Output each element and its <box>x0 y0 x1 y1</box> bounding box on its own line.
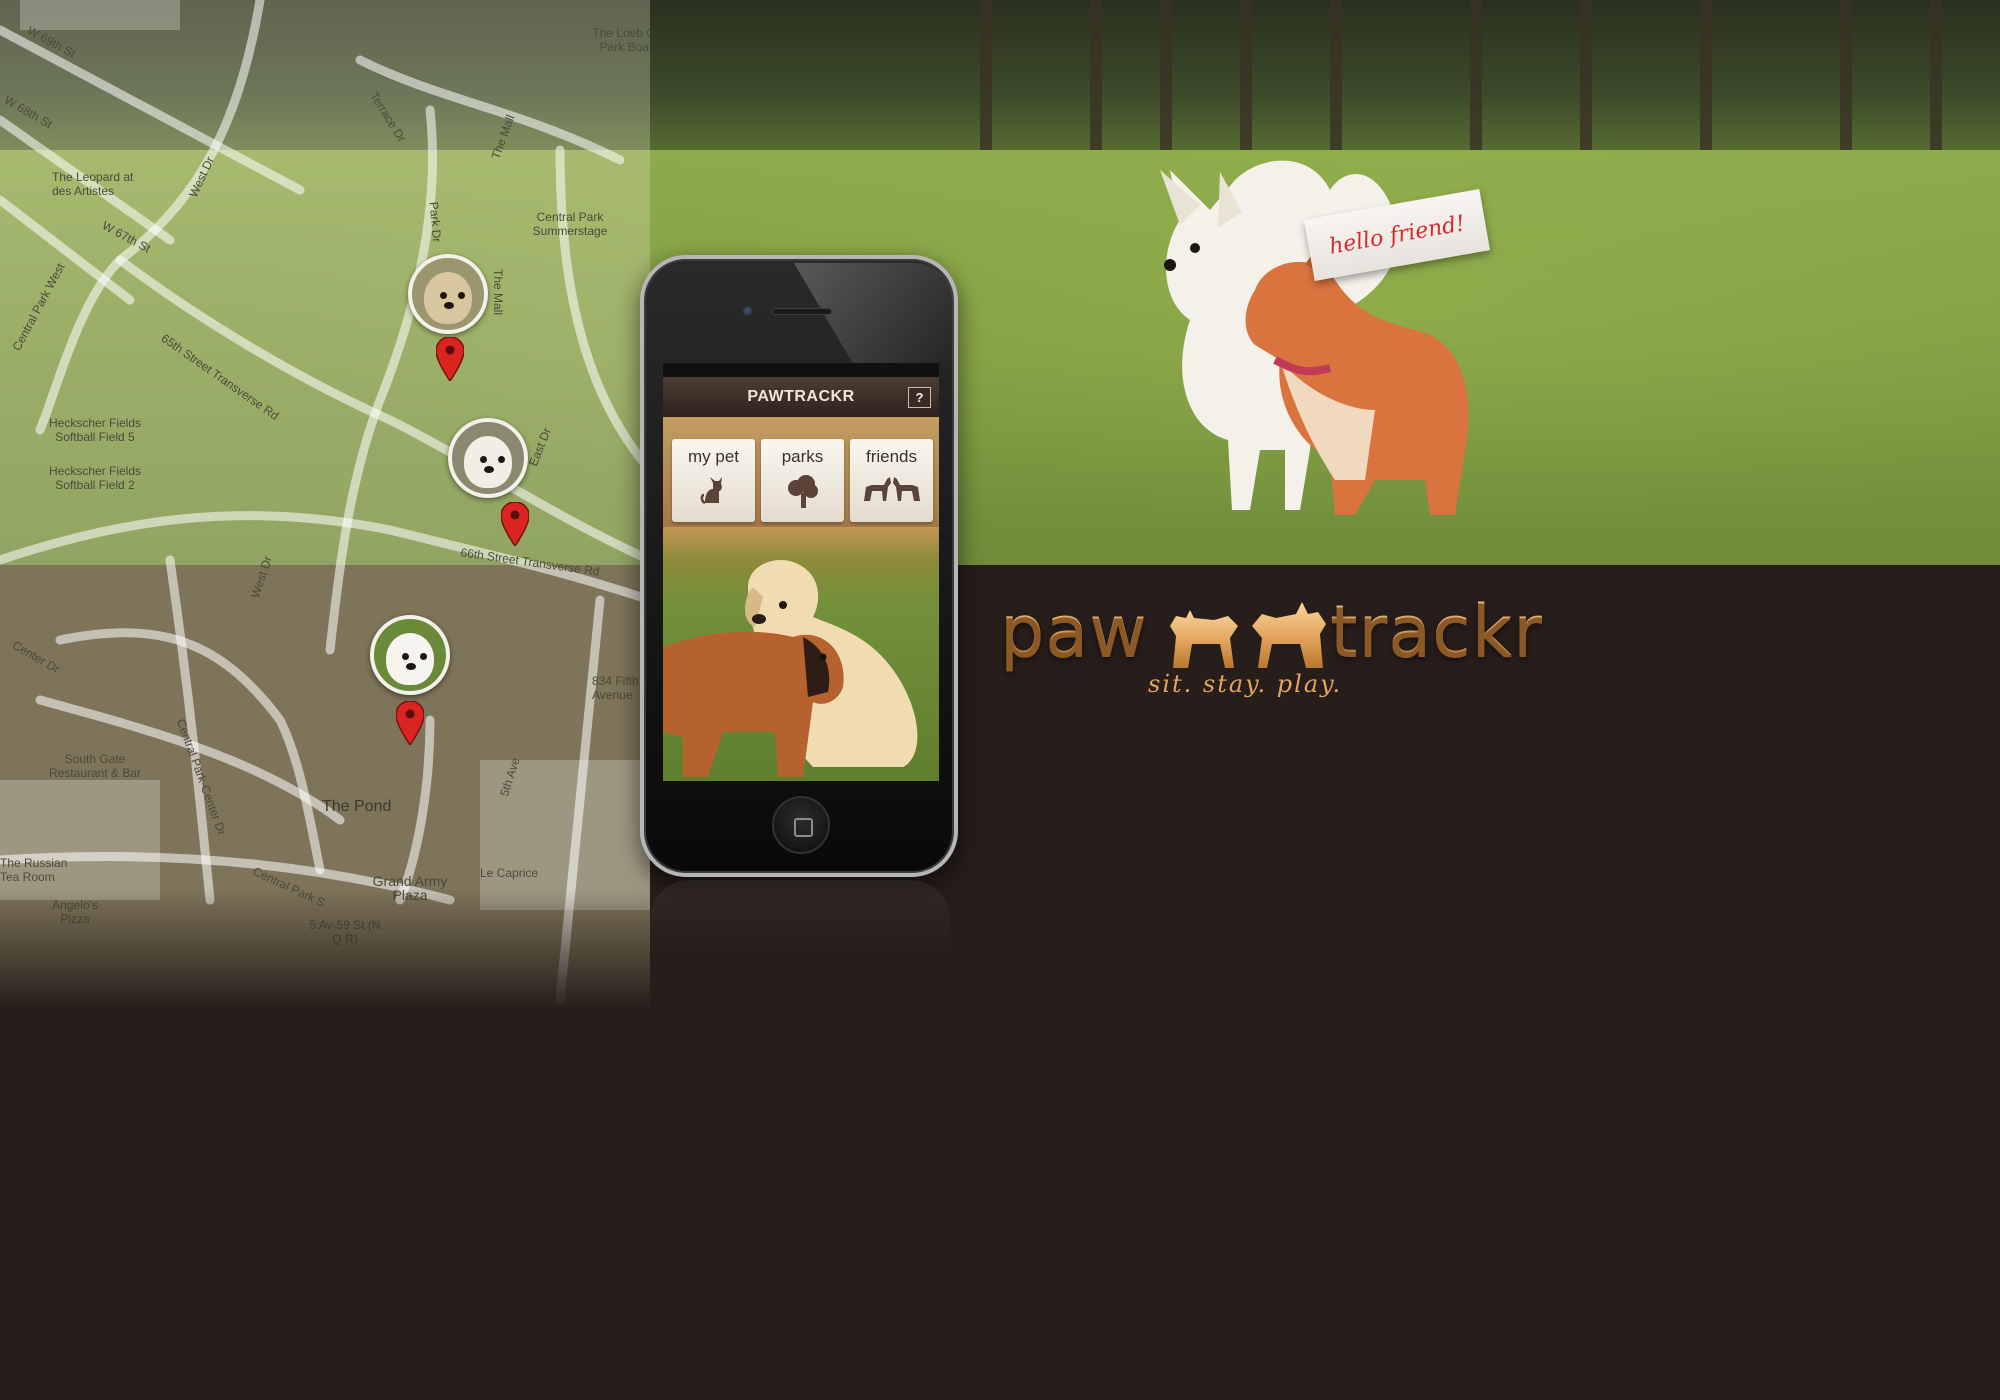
map-label-street: The Mall <box>491 268 506 316</box>
map-label-place: Angelo's Pizza <box>52 898 98 926</box>
menu-label: my pet <box>687 447 740 466</box>
map-label-place: Grand Army Plaza <box>372 873 448 903</box>
home-button[interactable] <box>772 796 830 854</box>
puppies-illustration <box>663 559 918 777</box>
app-header: PAWTRACKR ? <box>663 377 939 417</box>
map-pin-icon[interactable] <box>436 337 464 381</box>
map-label-place: Heckscher Fields Softball Field 5 <box>48 416 142 444</box>
status-bar <box>663 363 939 377</box>
camera-icon <box>743 306 754 317</box>
help-button[interactable]: ? <box>908 387 931 408</box>
pet-avatar-samoyed[interactable] <box>370 615 450 695</box>
pet-avatar-terrier[interactable] <box>448 418 528 498</box>
menu-my-pet-button[interactable]: my pet <box>672 439 755 522</box>
map-label-place: 5 Av-59 St (N Q R) <box>309 918 381 946</box>
logo-dogs-icon <box>1170 602 1326 668</box>
logo-word-trackr: trackr <box>1330 590 1543 672</box>
menu-parks-button[interactable]: parks <box>761 439 844 522</box>
note-text: hello friend! <box>1327 210 1467 260</box>
map-label-place: Central Park Summerstage <box>532 210 608 238</box>
map-pin-icon[interactable] <box>501 502 529 546</box>
speaker-grille <box>772 308 832 315</box>
pet-avatar-golden[interactable] <box>408 254 488 334</box>
puppies-photo <box>663 527 939 781</box>
app-menu: my pet parks friends <box>663 417 939 527</box>
iphone-mockup: PAWTRACKR ? my pet parks friends <box>640 255 958 877</box>
phone-screen: PAWTRACKR ? my pet parks friends <box>663 363 939 781</box>
brand-logo: paw trackr sit. stay. play. <box>1000 590 1600 710</box>
map-label-place: Heckscher Fields Softball Field 2 <box>48 464 142 492</box>
map-label-place: The Leopard at des Artistes <box>52 170 134 198</box>
logo-word-paw: paw <box>1000 590 1148 672</box>
corgi-illustration <box>1245 250 1469 515</box>
map-label-place: The Pond <box>322 798 392 815</box>
cat-icon <box>700 477 722 505</box>
menu-label: parks <box>781 447 824 466</box>
map-pin-icon[interactable] <box>396 701 424 745</box>
tree-icon <box>787 475 818 508</box>
map-label-place: The Russian Tea Room <box>0 856 68 884</box>
phone-reflection <box>650 880 950 950</box>
map-label-place: The Loeb Central Park Boathouse <box>592 26 650 54</box>
map-label-place: South Gate Restaurant & Bar <box>48 752 142 780</box>
menu-label: friends <box>865 447 918 466</box>
app-title: PAWTRACKR <box>747 388 855 405</box>
map-roads <box>0 0 650 1005</box>
dogs-icon <box>863 477 920 501</box>
menu-friends-button[interactable]: friends <box>850 439 933 522</box>
map-overlay: W 69th St W 68th St W 67th St West Dr Te… <box>0 0 650 1010</box>
map-label-place: Le Caprice <box>480 866 539 880</box>
tagline: sit. stay. play. <box>1148 670 1343 698</box>
